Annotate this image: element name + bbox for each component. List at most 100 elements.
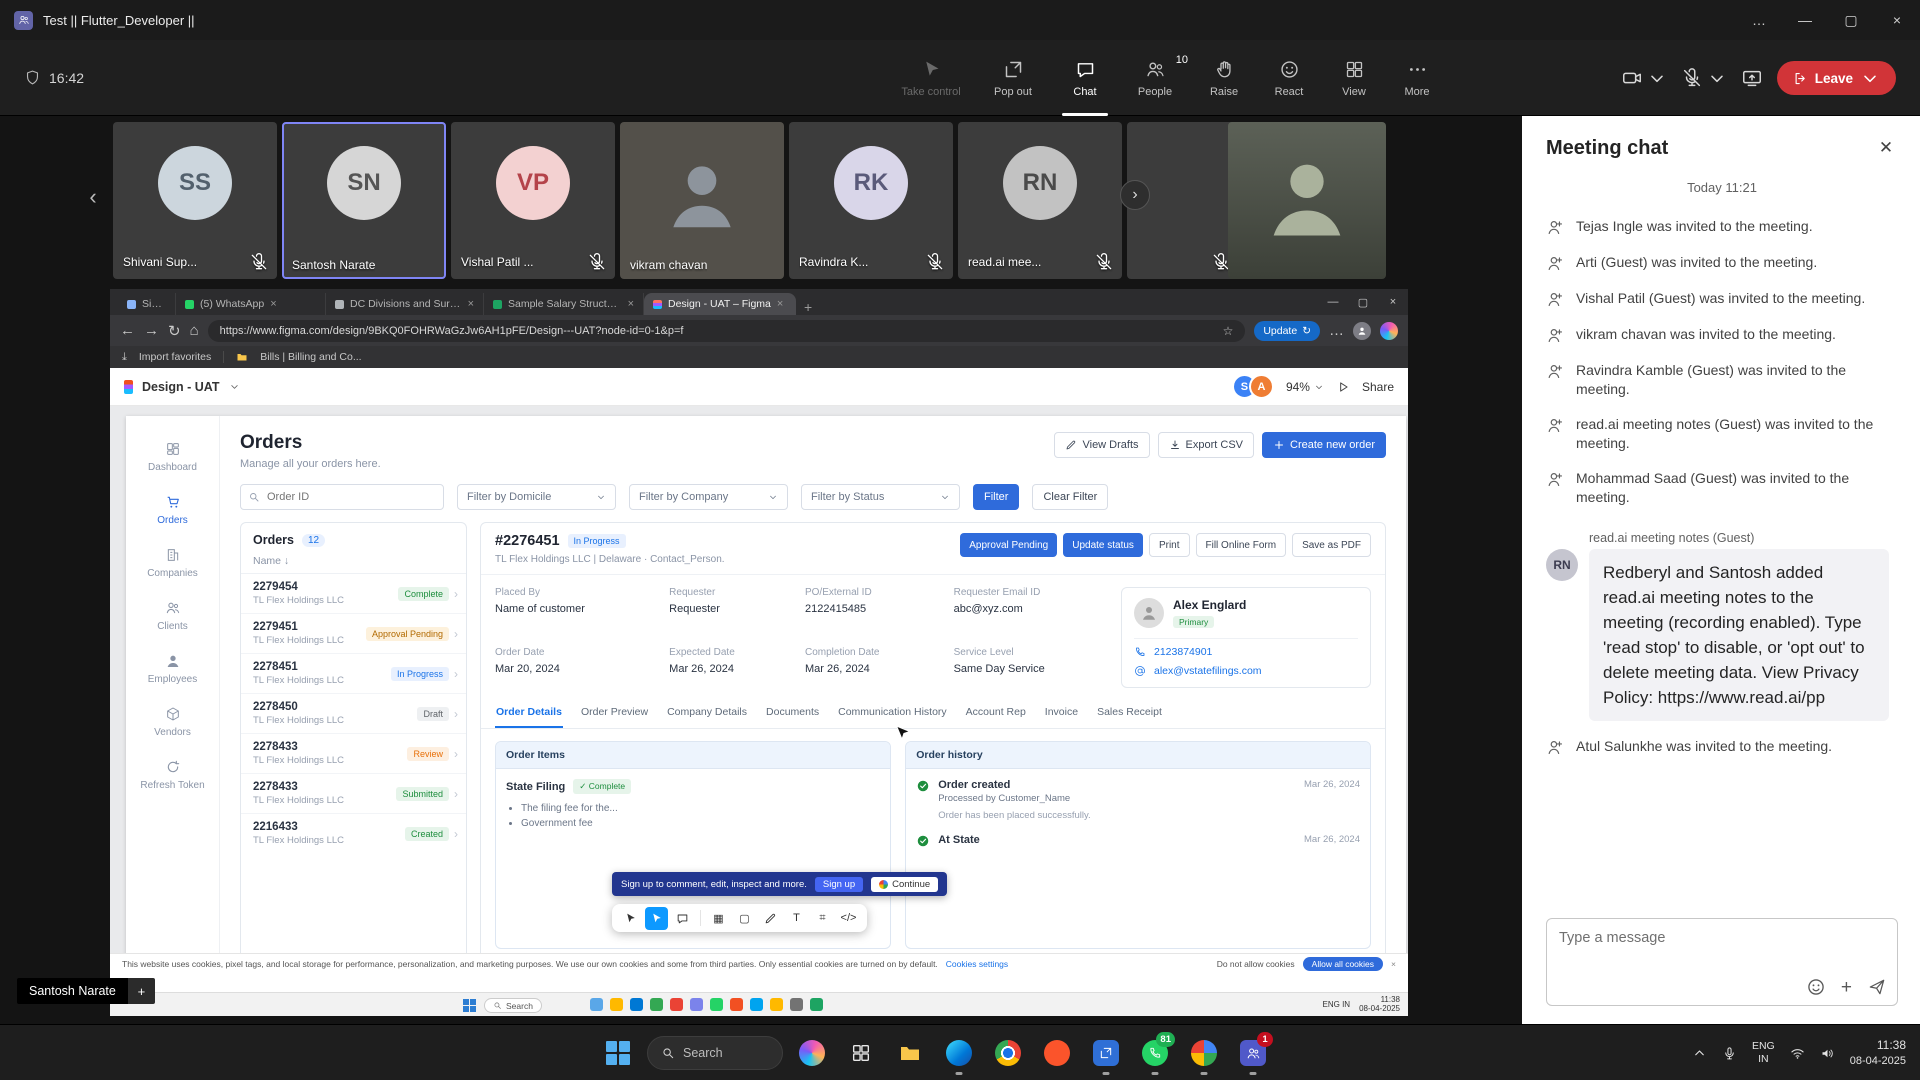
order-row[interactable]: 2278433TL Flex Holdings LLC Submitted› bbox=[241, 774, 466, 814]
browser-profile-avatar[interactable] bbox=[1353, 322, 1371, 340]
tab-sales-receipt[interactable]: Sales Receipt bbox=[1096, 698, 1163, 728]
filter-status-select[interactable]: Filter by Status bbox=[801, 484, 960, 510]
google-continue-button[interactable]: Continue bbox=[871, 877, 938, 892]
order-row[interactable]: 2278450TL Flex Holdings LLC Draft› bbox=[241, 694, 466, 734]
leave-button[interactable]: Leave bbox=[1777, 61, 1896, 95]
view-drafts-button[interactable]: View Drafts bbox=[1054, 432, 1149, 458]
update-status-button[interactable]: Update status bbox=[1063, 533, 1143, 557]
edge-button[interactable] bbox=[939, 1030, 979, 1076]
window-maximize-button[interactable]: ▢ bbox=[1828, 0, 1874, 40]
filter-company-select[interactable]: Filter by Company bbox=[629, 484, 788, 510]
app-icon[interactable] bbox=[730, 998, 743, 1011]
emoji-icon[interactable] bbox=[1806, 977, 1826, 997]
browser-tab-active[interactable]: Design - UAT – Figma× bbox=[644, 293, 796, 315]
sidebar-item-clients[interactable]: Clients bbox=[126, 589, 219, 642]
deny-cookies-button[interactable]: Do not allow cookies bbox=[1217, 959, 1295, 969]
approval-pending-button[interactable]: Approval Pending bbox=[960, 533, 1057, 557]
bookmark-star-icon[interactable]: ☆ bbox=[1223, 324, 1234, 338]
strip-scroll-right-button[interactable]: › bbox=[1120, 180, 1150, 210]
order-id-input[interactable] bbox=[240, 484, 444, 510]
tab-close-icon[interactable]: × bbox=[777, 298, 783, 310]
video-tile-camera-on[interactable]: vikram chavan bbox=[620, 122, 784, 279]
order-id-search[interactable] bbox=[240, 484, 444, 510]
tab-invoice[interactable]: Invoice bbox=[1044, 698, 1079, 728]
app-icon[interactable] bbox=[790, 998, 803, 1011]
google-app-button[interactable] bbox=[1184, 1030, 1224, 1076]
tab-documents[interactable]: Documents bbox=[765, 698, 820, 728]
cookie-settings-link[interactable]: Cookies settings bbox=[946, 959, 1008, 969]
sidebar-item-orders[interactable]: Orders bbox=[126, 483, 219, 536]
tab-close-icon[interactable]: × bbox=[468, 298, 474, 310]
dev-mode-tool[interactable]: </> bbox=[837, 907, 860, 930]
close-chat-icon[interactable]: ✕ bbox=[1872, 134, 1900, 162]
taskbar-search-input[interactable] bbox=[683, 1046, 769, 1060]
chat-message-list[interactable]: Today 11:21 Tejas Ingle was invited to t… bbox=[1522, 166, 1920, 908]
comment-tool[interactable] bbox=[671, 907, 694, 930]
message-bubble[interactable]: Redberyl and Santosh added read.ai meeti… bbox=[1589, 549, 1889, 721]
chevron-down-icon[interactable] bbox=[229, 381, 240, 392]
app-icon[interactable] bbox=[750, 998, 763, 1011]
taskbar-clock[interactable]: 11:38 08-04-2025 bbox=[1850, 1037, 1906, 1069]
chevron-down-icon[interactable] bbox=[1707, 68, 1727, 88]
wifi-icon[interactable] bbox=[1790, 1046, 1805, 1061]
browser-tab[interactable]: DC Divisions and Surroundings× bbox=[326, 293, 484, 315]
send-icon[interactable] bbox=[1867, 977, 1887, 997]
mic-button[interactable] bbox=[1681, 67, 1727, 89]
chat-button[interactable]: Chat bbox=[1052, 40, 1118, 116]
sign-up-button[interactable]: Sign up bbox=[815, 877, 863, 892]
back-icon[interactable]: ← bbox=[120, 322, 135, 339]
chevron-down-icon[interactable] bbox=[1860, 68, 1880, 88]
shared-window-close-button[interactable]: × bbox=[1378, 296, 1408, 308]
figma-file-name[interactable]: Design - UAT bbox=[142, 380, 220, 394]
order-row[interactable]: 2279451TL Flex Holdings LLC Approval Pen… bbox=[241, 614, 466, 654]
browser-tab[interactable]: Sign in bbox=[118, 293, 176, 315]
app-icon[interactable] bbox=[650, 998, 663, 1011]
app-icon[interactable] bbox=[710, 998, 723, 1011]
message-compose-box[interactable]: + bbox=[1546, 918, 1898, 1006]
move-tool-selected[interactable] bbox=[645, 907, 668, 930]
sidebar-item-dashboard[interactable]: Dashboard bbox=[126, 430, 219, 483]
share-screen-button[interactable] bbox=[1741, 67, 1763, 89]
video-tile[interactable]: RN read.ai mee... bbox=[958, 122, 1122, 279]
new-tab-button[interactable]: + bbox=[804, 299, 812, 315]
app-icon[interactable] bbox=[690, 998, 703, 1011]
export-csv-button[interactable]: Export CSV bbox=[1158, 432, 1254, 458]
order-row[interactable]: 2278451TL Flex Holdings LLC In Progress› bbox=[241, 654, 466, 694]
figma-share-button[interactable]: Share bbox=[1362, 380, 1394, 394]
camera-button[interactable] bbox=[1621, 67, 1667, 89]
frame-tool[interactable]: ▦ bbox=[707, 907, 730, 930]
url-field[interactable]: https://www.figma.com/design/9BKQ0FOHRWa… bbox=[208, 320, 1246, 342]
pop-out-button[interactable]: Pop out bbox=[974, 40, 1052, 116]
app-icon[interactable] bbox=[610, 998, 623, 1011]
shape-tool[interactable]: ▢ bbox=[733, 907, 756, 930]
view-button[interactable]: View bbox=[1322, 40, 1386, 116]
link-tool[interactable]: ⌗ bbox=[811, 907, 834, 930]
browser-tab[interactable]: Sample Salary Structure with calc...× bbox=[484, 293, 644, 315]
start-button[interactable] bbox=[598, 1030, 638, 1076]
blue-app-button[interactable] bbox=[1086, 1030, 1126, 1076]
app-icon[interactable] bbox=[630, 998, 643, 1011]
sidebar-item-refresh-token[interactable]: Refresh Token bbox=[126, 748, 219, 801]
column-header[interactable]: Name ↓ bbox=[241, 551, 466, 574]
filter-domicile-select[interactable]: Filter by Domicile bbox=[457, 484, 616, 510]
present-play-icon[interactable] bbox=[1336, 380, 1350, 394]
video-tile-speaking[interactable]: SN Santosh Narate bbox=[282, 122, 446, 279]
tab-order-details[interactable]: Order Details bbox=[495, 698, 563, 728]
raise-hand-button[interactable]: Raise bbox=[1192, 40, 1256, 116]
favorites-item[interactable]: Bills | Billing and Co... bbox=[260, 351, 361, 363]
message-input[interactable] bbox=[1547, 919, 1897, 957]
sidebar-item-vendors[interactable]: Vendors bbox=[126, 695, 219, 748]
tab-company-details[interactable]: Company Details bbox=[666, 698, 748, 728]
collaborator-avatar[interactable]: A bbox=[1249, 374, 1274, 399]
teams-button[interactable]: 1 bbox=[1233, 1030, 1273, 1076]
tray-expand-icon[interactable] bbox=[1692, 1046, 1707, 1061]
attach-plus-icon[interactable]: + bbox=[1841, 978, 1852, 997]
volume-icon[interactable] bbox=[1820, 1046, 1835, 1061]
favorites-item[interactable]: Import favorites bbox=[139, 351, 211, 363]
app-icon[interactable] bbox=[810, 998, 823, 1011]
window-more-button[interactable]: … bbox=[1736, 0, 1782, 40]
tab-account-rep[interactable]: Account Rep bbox=[965, 698, 1027, 728]
sidebar-item-employees[interactable]: Employees bbox=[126, 642, 219, 695]
app-icon[interactable] bbox=[770, 998, 783, 1011]
app-icon[interactable] bbox=[670, 998, 683, 1011]
